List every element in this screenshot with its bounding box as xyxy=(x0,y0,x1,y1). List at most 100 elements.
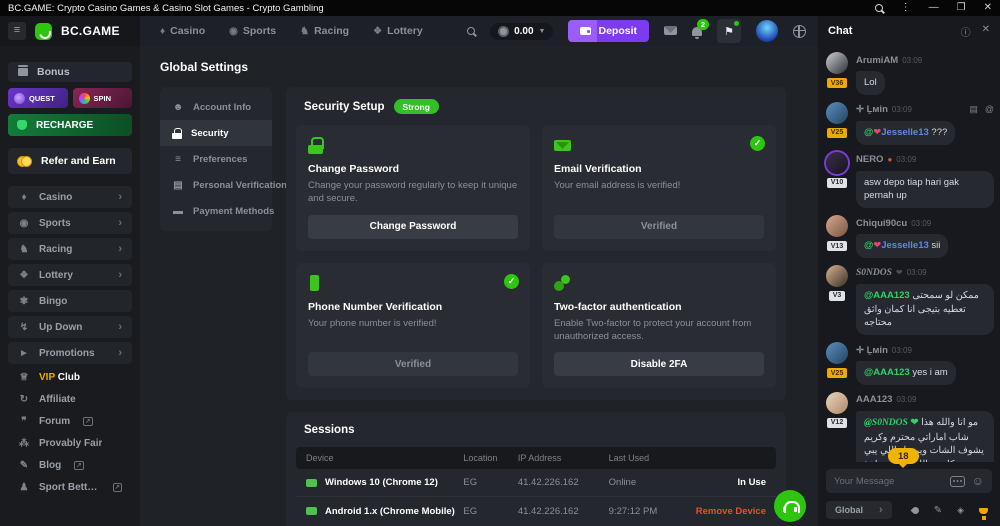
topnav-link-casino[interactable]: ♦Casino xyxy=(160,25,205,37)
settings-tab-account-info[interactable]: ☻Account Info xyxy=(160,94,272,120)
chat-user-avatar[interactable] xyxy=(826,392,848,414)
nav-link-label: Casino xyxy=(170,25,205,37)
trophy-icon[interactable] xyxy=(979,501,988,519)
settings-tab-preferences[interactable]: ≡Preferences xyxy=(160,146,272,172)
sidebar-item-lottery[interactable]: ❖Lottery› xyxy=(8,264,132,286)
username[interactable]: ✛ Ḻмin xyxy=(856,345,888,356)
disable-2fa-button[interactable]: Disable 2FA xyxy=(554,352,764,376)
spin-button[interactable]: SPIN xyxy=(73,88,133,108)
bcgame-logo-text[interactable]: BC.GAME xyxy=(61,24,120,38)
chat-user-avatar[interactable] xyxy=(826,152,848,174)
settings-tab-personal-verification[interactable]: ▤Personal Verification xyxy=(160,172,272,198)
topnav-link-lottery[interactable]: ❖Lottery xyxy=(373,25,423,37)
find-icon[interactable] xyxy=(875,4,883,12)
sessions-panel: Sessions DeviceLocationIP AddressLast Us… xyxy=(286,412,786,526)
hamburger-menu-button[interactable]: ≡ xyxy=(8,22,26,40)
globe-icon[interactable] xyxy=(793,25,806,38)
account-icon: ☻ xyxy=(172,102,184,113)
affiliate-icon: ↻ xyxy=(18,394,30,405)
unread-count-pill[interactable]: 18 xyxy=(888,448,919,464)
username[interactable]: AAA123 xyxy=(856,394,892,405)
username[interactable]: S0NDOS xyxy=(856,268,892,278)
blog-icon: ✎ xyxy=(18,460,30,471)
page-title: Global Settings xyxy=(160,60,818,74)
close-button[interactable]: ✕ xyxy=(984,0,992,16)
sticker-icon[interactable]: ▤ xyxy=(969,104,978,115)
recharge-icon xyxy=(17,120,27,130)
settings-tab-label: Payment Methods xyxy=(193,206,274,217)
sidebar-item-provably-fair[interactable]: ⁂Provably Fair xyxy=(8,434,132,453)
refer-and-earn-button[interactable]: Refer and Earn xyxy=(8,148,132,174)
sidebar-item-up-down[interactable]: ↯Up Down› xyxy=(8,316,132,338)
chat-title: Chat xyxy=(828,25,852,37)
emoji-icon[interactable]: ☺ xyxy=(972,475,984,487)
sidebar-item-vip-club[interactable]: ♕VIP Club xyxy=(8,368,132,387)
card-description: Change your password regularly to keep i… xyxy=(308,179,518,206)
kebab-menu-icon[interactable]: ⋮ xyxy=(901,0,911,16)
search-button[interactable] xyxy=(467,22,475,40)
forum-icon: ❞ xyxy=(18,416,30,427)
mention-icon[interactable]: @ xyxy=(985,104,994,115)
sidebar-item-sport-betting-insig[interactable]: ♟Sport Betting Insig...↗ xyxy=(8,478,132,497)
sidebar-item-label: Racing xyxy=(39,244,72,255)
inbox-button[interactable] xyxy=(664,22,677,40)
message-input[interactable] xyxy=(834,476,943,487)
chat-message: V25✛ Ḻмin03:09▤@@❤Jesselle13 ??? xyxy=(824,102,994,145)
balance-pill[interactable]: 0.00 ▼ xyxy=(490,23,553,40)
provably-fair-icon: ⁂ xyxy=(18,438,30,449)
sidebar-item-bonus[interactable]: Bonus xyxy=(8,62,132,82)
chat-channel-button[interactable]: Global › xyxy=(826,501,892,519)
chat-toggle-button[interactable]: ⚑ xyxy=(717,19,741,43)
settings-tab-payment-methods[interactable]: ▬Payment Methods xyxy=(160,198,272,224)
topnav-link-sports[interactable]: ◉Sports xyxy=(229,25,276,37)
sidebar-menu: ♦Casino› ◉Sports› ♞Racing› ❖Lottery› ✾Bingo ↯… xyxy=(8,186,132,497)
sidebar-item-blog[interactable]: ✎Blog↗ xyxy=(8,456,132,475)
name-emoji: ❤ xyxy=(896,268,903,277)
coinflip-icon[interactable]: ◈ xyxy=(957,505,964,516)
sidebar-item-promotions[interactable]: ►Promotions› xyxy=(8,342,132,364)
sidebar-item-sports[interactable]: ◉Sports› xyxy=(8,212,132,234)
settings-tab-security[interactable]: Security xyxy=(160,120,272,146)
rain-icon[interactable] xyxy=(912,501,919,519)
sidebar-item-bingo[interactable]: ✾Bingo xyxy=(8,290,132,312)
chat-info-icon[interactable]: ⓘ xyxy=(961,24,971,39)
deposit-button[interactable]: Deposit xyxy=(568,20,649,42)
chat-user-avatar[interactable] xyxy=(826,342,848,364)
session-device: Android 1.x (Chrome Mobile) xyxy=(306,506,463,517)
sidebar-item-affiliate[interactable]: ↻Affiliate xyxy=(8,390,132,409)
username[interactable]: ArumiAM xyxy=(856,55,898,66)
mail-icon xyxy=(554,137,572,154)
change-password-button[interactable]: Change Password xyxy=(308,215,518,239)
verified-button[interactable]: Verified xyxy=(308,352,518,376)
strength-badge: Strong xyxy=(394,99,439,114)
chat-close-icon[interactable]: ✕ xyxy=(982,24,990,39)
chat-user-avatar[interactable] xyxy=(826,215,848,237)
support-fab[interactable] xyxy=(774,490,806,522)
chat-user-avatar[interactable] xyxy=(826,102,848,124)
vip-icon: ♕ xyxy=(18,372,30,383)
bcgame-logo-icon[interactable] xyxy=(35,23,52,40)
notifications-button[interactable]: 2 xyxy=(692,27,702,36)
quest-button[interactable]: QUEST xyxy=(8,88,68,108)
verified-button[interactable]: Verified xyxy=(554,215,764,239)
minimize-button[interactable]: — xyxy=(929,0,939,16)
external-link-icon: ↗ xyxy=(83,417,92,426)
username[interactable]: Chiqui90cu xyxy=(856,218,907,229)
gif-icon[interactable] xyxy=(950,476,965,487)
topnav-link-racing[interactable]: ♞Racing xyxy=(300,25,349,37)
username[interactable]: ✛ Ḻмin xyxy=(856,104,888,115)
recharge-button[interactable]: RECHARGE xyxy=(8,114,132,136)
username[interactable]: NERO xyxy=(856,154,883,165)
sidebar-item-casino[interactable]: ♦Casino› xyxy=(8,186,132,208)
chat-user-avatar[interactable] xyxy=(826,265,848,287)
chat-message: V10NERO●03:09asw depo tiap hari gak pern… xyxy=(824,152,994,209)
lock-icon xyxy=(172,128,182,139)
sidebar-item-forum[interactable]: ❞Forum↗ xyxy=(8,412,132,431)
pen-icon[interactable]: ✎ xyxy=(934,505,942,516)
chevron-right-icon: › xyxy=(118,321,122,333)
user-avatar[interactable] xyxy=(756,20,778,42)
remove-device-button[interactable]: Remove Device xyxy=(681,506,766,517)
restore-button[interactable]: ❐ xyxy=(957,0,966,16)
chat-user-avatar[interactable] xyxy=(826,52,848,74)
sidebar-item-racing[interactable]: ♞Racing› xyxy=(8,238,132,260)
